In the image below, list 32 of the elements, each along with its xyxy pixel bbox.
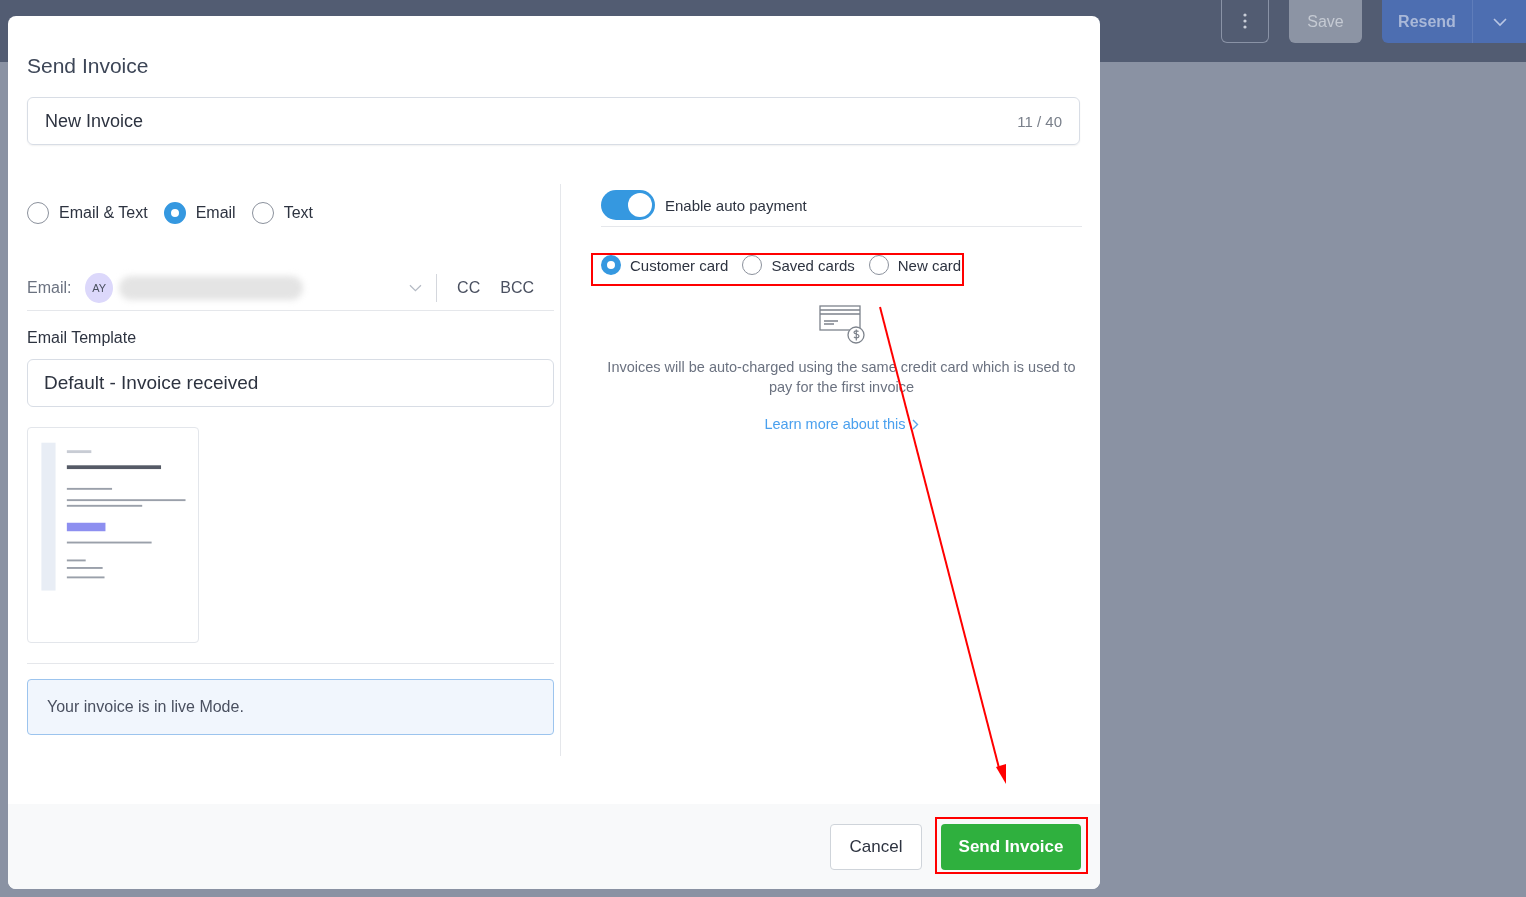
template-select[interactable]: Default - Invoice received [27, 359, 554, 407]
invoice-name-field[interactable]: New Invoice 11 / 40 [27, 97, 1080, 145]
template-label: Email Template [27, 329, 138, 347]
radio-label: Saved cards [771, 256, 855, 274]
caret-icon [1491, 16, 1508, 27]
card-payment-icon [818, 305, 865, 345]
card-option-radio[interactable]: New card [868, 255, 962, 275]
live-mode-notice: Your invoice is in live Mode. [27, 679, 554, 735]
auto-payment-label: Enable auto payment [665, 196, 807, 214]
auto-payment-toggle[interactable] [601, 190, 655, 220]
more-options-button[interactable] [1221, 0, 1269, 43]
card-option-radio[interactable]: Customer card [601, 255, 729, 275]
chevron-right-icon [911, 418, 919, 430]
more-icon [1243, 13, 1247, 29]
radio-label: New card [897, 256, 962, 274]
channel-radio[interactable]: Email [163, 202, 236, 224]
channel-radio[interactable]: Email & Text [27, 202, 148, 224]
character-counter: 11 / 40 [1017, 112, 1062, 130]
email-label: Email: [27, 279, 72, 297]
radio-label: Email [195, 204, 236, 222]
radio-label: Email & Text [59, 204, 148, 222]
cc-link[interactable]: CC [457, 279, 481, 297]
chevron-down-icon[interactable] [409, 284, 423, 292]
radio-label: Text [283, 204, 313, 222]
dialog-title: Send Invoice [27, 54, 150, 78]
bcc-link[interactable]: BCC [500, 279, 534, 297]
radio-label: Customer card [630, 256, 729, 274]
recipient-avatar: AY [85, 273, 114, 303]
channel-radio[interactable]: Text [251, 202, 313, 224]
card-option-radio[interactable]: Saved cards [742, 255, 855, 275]
invoice-name-value: New Invoice [45, 110, 144, 132]
cancel-button[interactable]: Cancel [830, 823, 922, 870]
